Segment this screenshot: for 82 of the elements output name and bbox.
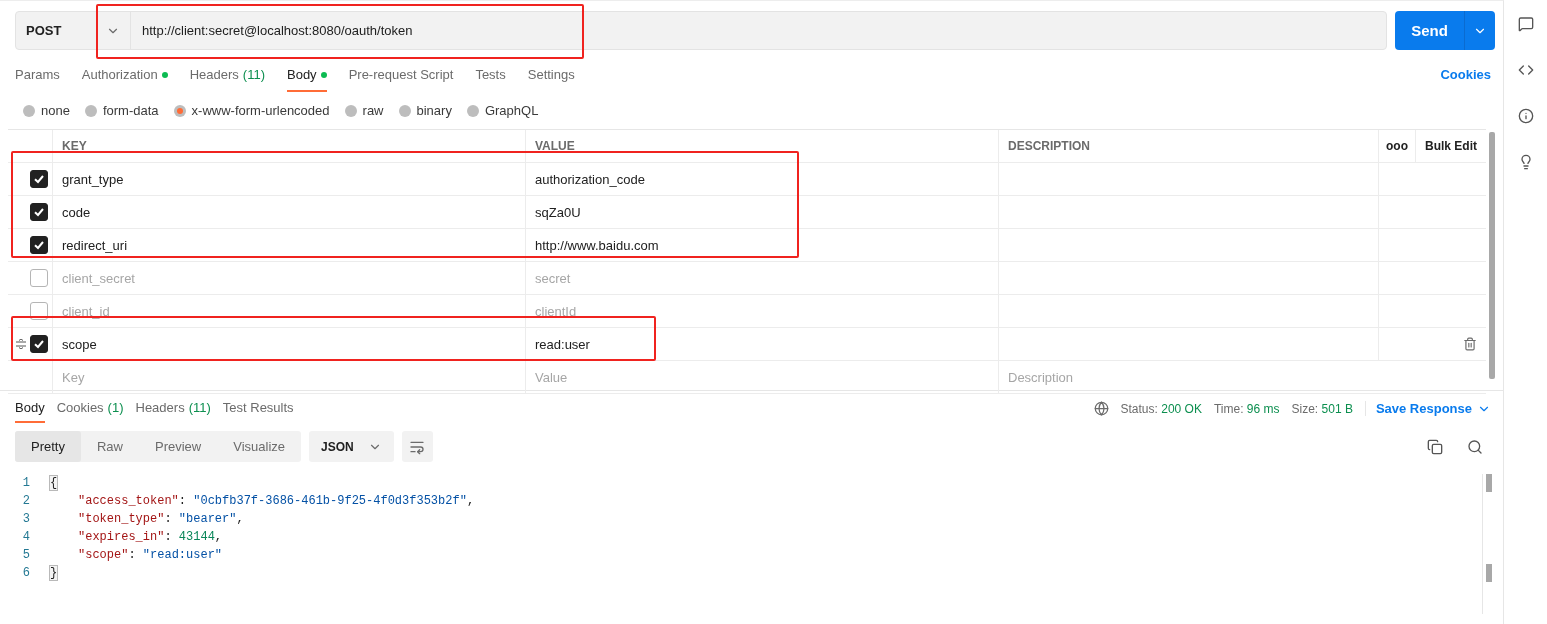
scrollbar-thumb[interactable] xyxy=(1486,564,1492,582)
row-checkbox[interactable] xyxy=(30,170,48,188)
view-mode-tab[interactable]: Raw xyxy=(80,431,139,462)
value-text: authorization_code xyxy=(535,171,645,187)
key-text: scope xyxy=(62,336,97,352)
view-mode-tab[interactable]: Pretty xyxy=(15,431,81,462)
globe-icon[interactable] xyxy=(1093,401,1109,416)
line-number: 2 xyxy=(21,494,31,508)
row-checkbox[interactable] xyxy=(30,203,48,221)
value-text: http://www.baidu.com xyxy=(535,237,659,253)
radio-button[interactable] xyxy=(398,104,411,117)
info-icon[interactable] xyxy=(1517,108,1534,124)
response-tab[interactable]: Cookies (1) xyxy=(56,400,124,423)
radio-button[interactable] xyxy=(23,104,35,117)
response-tab[interactable]: Headers (11) xyxy=(135,400,211,423)
check-icon xyxy=(33,338,45,350)
scrollbar-thumb[interactable] xyxy=(1486,474,1492,492)
key-text: redirect_uri xyxy=(62,237,128,253)
radio-button[interactable] xyxy=(344,104,357,117)
cookies-link[interactable]: Cookies xyxy=(1440,67,1491,92)
line-number: 3 xyxy=(21,512,31,526)
value-text: read:user xyxy=(535,336,590,352)
radio-label: none xyxy=(41,103,70,118)
line-number: 6 xyxy=(21,566,31,580)
wrap-lines-button[interactable] xyxy=(401,431,433,462)
request-tab[interactable]: Body xyxy=(287,67,327,92)
view-mode-tab[interactable]: Visualize xyxy=(217,431,302,462)
radio-button[interactable] xyxy=(173,104,186,117)
row-checkbox[interactable] xyxy=(30,236,48,254)
response-stat: Time: 96 ms xyxy=(1213,401,1280,416)
key-text: client_id xyxy=(62,303,110,319)
request-tab[interactable]: Authorization xyxy=(81,67,168,92)
value-text: secret xyxy=(535,270,571,286)
row-checkbox[interactable] xyxy=(30,335,48,353)
radio-button[interactable] xyxy=(84,104,97,117)
key-text: code xyxy=(62,204,91,220)
comment-icon[interactable] xyxy=(1517,16,1534,32)
copy-icon[interactable] xyxy=(1427,438,1443,455)
view-mode-tab[interactable]: Preview xyxy=(139,431,218,462)
radio-button[interactable] xyxy=(466,104,479,117)
column-header: DESCRIPTION xyxy=(1008,139,1090,153)
request-tab[interactable]: Tests xyxy=(475,67,506,92)
response-tab[interactable]: Body xyxy=(15,400,45,423)
code-icon[interactable] xyxy=(1517,62,1534,78)
code-line: "access_token": "0cbfb37f-3686-461b-9f25-4f0d3f353b2f", xyxy=(78,494,475,508)
column-header: KEY xyxy=(62,139,87,153)
request-tab[interactable]: Headers (11) xyxy=(189,67,265,92)
save-response-button[interactable]: Save Response xyxy=(1364,401,1491,416)
response-tab[interactable]: Test Results xyxy=(222,400,294,423)
response-stat: Status: 200 OK xyxy=(1120,401,1202,416)
check-icon xyxy=(33,173,45,185)
radio-label: form-data xyxy=(102,103,159,118)
value-text: clientId xyxy=(535,303,577,319)
line-number: 1 xyxy=(21,476,31,490)
request-tab[interactable]: Settings xyxy=(527,67,575,92)
radio-label: raw xyxy=(362,103,384,118)
key-text: grant_type xyxy=(62,171,124,187)
request-tab[interactable]: Params xyxy=(15,67,60,92)
format-dropdown[interactable]: JSON xyxy=(309,431,394,462)
row-checkbox[interactable] xyxy=(30,269,48,287)
radio-label: x-www-form-urlencoded xyxy=(191,103,330,118)
code-line: "scope": "read:user" xyxy=(78,548,223,562)
radio-label: binary xyxy=(416,103,452,118)
check-icon xyxy=(33,239,45,251)
line-number: 4 xyxy=(21,530,31,544)
radio-label: GraphQL xyxy=(484,103,539,118)
search-icon[interactable] xyxy=(1467,438,1483,455)
send-button[interactable]: Send xyxy=(1395,11,1464,50)
key-text: client_secret xyxy=(62,270,135,286)
bulk-edit-button[interactable]: Bulk Edit xyxy=(1415,130,1486,162)
code-line: "expires_in": 43144, xyxy=(78,530,223,544)
value-text: sqZa0U xyxy=(535,204,581,220)
more-options-button[interactable]: ooo xyxy=(1378,130,1415,162)
check-icon xyxy=(33,206,45,218)
drag-handle-icon[interactable] xyxy=(16,339,26,349)
code-line: "token_type": "bearer", xyxy=(78,512,244,526)
scrollbar-thumb[interactable] xyxy=(1489,132,1495,379)
response-stat: Size: 501 B xyxy=(1291,401,1353,416)
column-header: VALUE xyxy=(535,139,575,153)
request-tab[interactable]: Pre-request Script xyxy=(348,67,454,92)
line-number: 5 xyxy=(21,548,31,562)
delete-icon[interactable] xyxy=(1463,337,1477,351)
